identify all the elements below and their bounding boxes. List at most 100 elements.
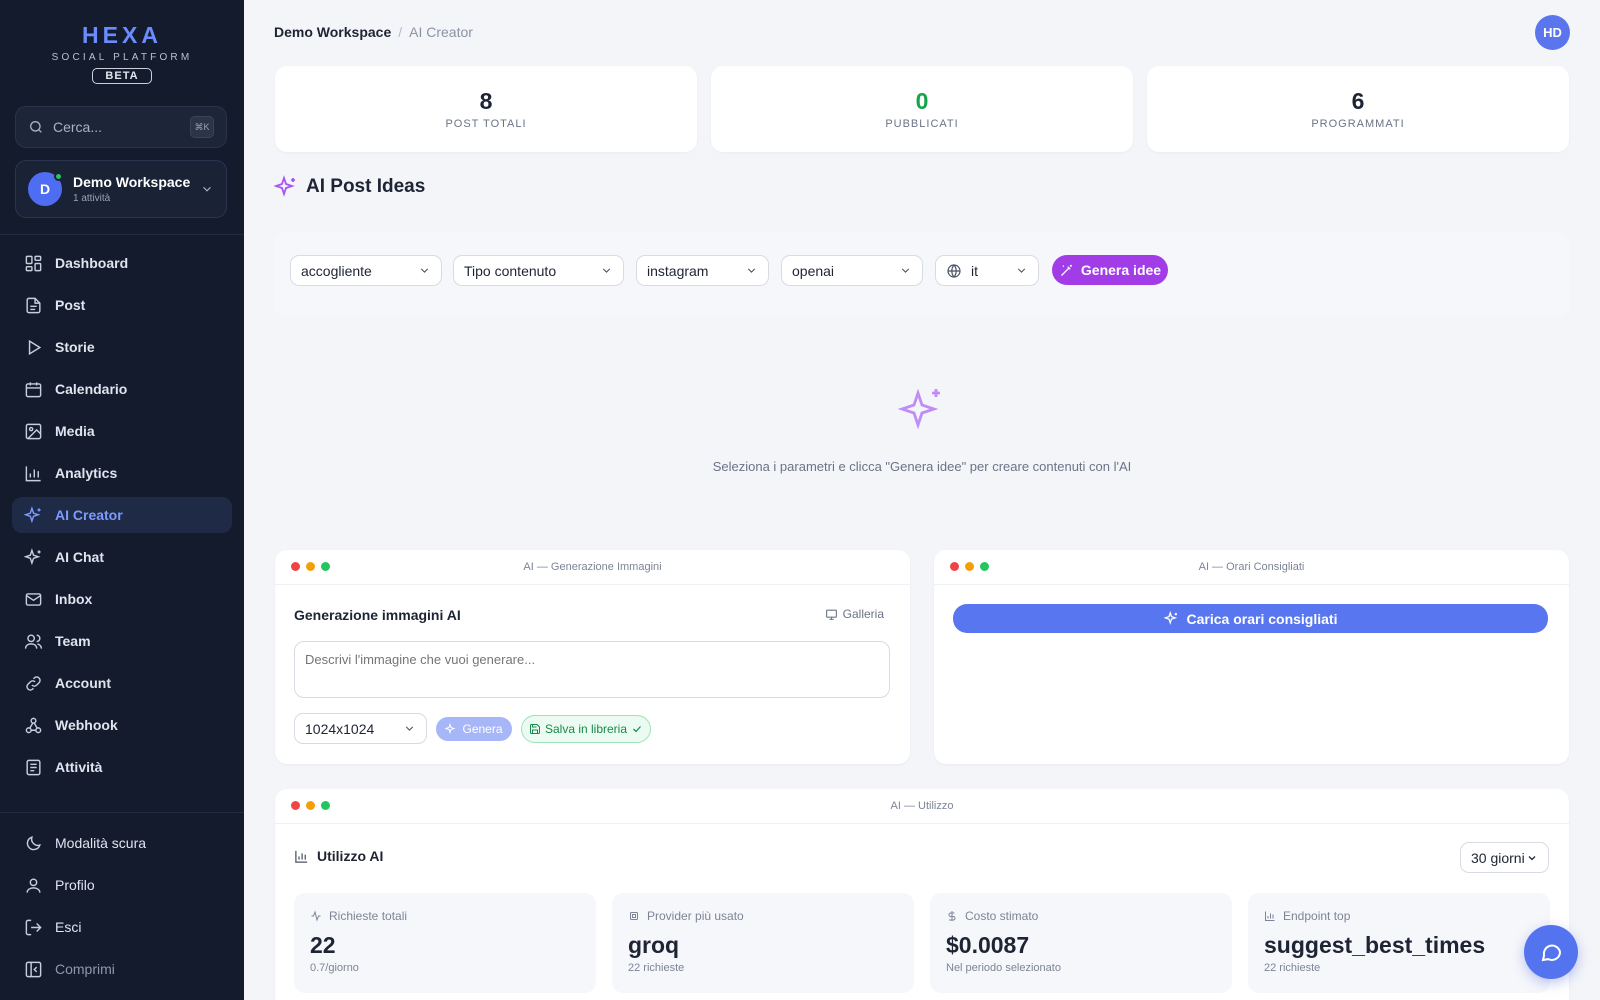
search-shortcut: ⌘K xyxy=(190,116,214,138)
sidebar-item-attivita[interactable]: Attività xyxy=(12,749,232,785)
sidebar-item-ai-creator[interactable]: AI Creator xyxy=(12,497,232,533)
sidebar-item-post[interactable]: Post xyxy=(12,287,232,323)
activity-icon xyxy=(311,910,321,922)
globe-icon xyxy=(947,263,961,278)
breadcrumb-current: AI Creator xyxy=(409,24,473,40)
language-value: it xyxy=(971,262,978,279)
tone-select[interactable]: accogliente xyxy=(290,255,442,286)
profile-label: Profilo xyxy=(55,877,95,893)
metric-value: $0.0087 xyxy=(946,932,1030,958)
breadcrumb-workspace[interactable]: Demo Workspace xyxy=(274,24,391,40)
sidebar-item-inbox[interactable]: Inbox xyxy=(12,581,232,617)
image-icon xyxy=(25,423,42,439)
sidebar-item-label: Webhook xyxy=(55,717,118,733)
brand-logo: HEXA xyxy=(82,22,162,48)
bar-chart-icon xyxy=(295,850,308,863)
sparkles-icon xyxy=(1163,611,1177,625)
search-icon xyxy=(30,121,42,133)
sparkles-icon xyxy=(24,547,41,565)
beta-badge: BETA xyxy=(92,68,152,84)
window-title: AI — Utilizzo xyxy=(890,800,954,812)
sidebar-item-account[interactable]: Account xyxy=(12,665,232,701)
content-type-select[interactable]: Tipo contenuto xyxy=(453,255,624,286)
window-titlebar: AI — Orari Consigliati xyxy=(934,550,1569,585)
sidebar-item-storie[interactable]: Storie xyxy=(12,329,232,365)
metric-label: Costo stimato xyxy=(965,909,1039,923)
language-select[interactable]: it xyxy=(935,255,1039,286)
image-size-value: 1024x1024 xyxy=(305,720,375,737)
save-to-library-toggle[interactable]: Salva in libreria xyxy=(521,715,651,743)
empty-message: Seleziona i parametri e clicca "Genera i… xyxy=(712,459,1132,474)
window-titlebar: AI — Utilizzo xyxy=(275,789,1569,824)
sidebar-item-label: Team xyxy=(55,633,91,649)
sidebar-item-ai-chat[interactable]: AI Chat xyxy=(12,539,232,575)
sidebar-item-label: Inbox xyxy=(55,591,93,607)
image-gen-title: Generazione immagini AI xyxy=(294,607,461,623)
stat-value: 0 xyxy=(915,88,929,114)
period-select[interactable]: 30 giorni xyxy=(1460,842,1549,873)
save-to-library-label: Salva in libreria xyxy=(544,722,628,736)
search-box[interactable]: Cerca... ⌘K xyxy=(15,106,227,148)
collapse-sidebar-button[interactable]: Comprimi xyxy=(12,951,232,987)
image-generation-window: AI — Generazione Immagini Generazione im… xyxy=(275,550,910,764)
metric-header: Richieste totali xyxy=(310,909,580,923)
ideas-filters: accogliente Tipo contenuto instagram ope… xyxy=(274,232,1570,316)
metric-header: Provider più usato xyxy=(628,909,898,923)
sidebar-item-analytics[interactable]: Analytics xyxy=(12,455,232,491)
stat-label: PUBBLICATI xyxy=(885,118,959,130)
generate-ideas-button[interactable]: Genera idee xyxy=(1052,255,1168,285)
stat-label: PROGRAMMATI xyxy=(1311,118,1405,130)
activity-icon xyxy=(26,759,41,775)
metric-sub: 22 richieste xyxy=(1264,962,1321,974)
metric-label: Endpoint top xyxy=(1283,909,1351,923)
metric-label: Provider più usato xyxy=(647,909,744,923)
user-avatar[interactable]: HD xyxy=(1535,15,1570,50)
stat-value: 6 xyxy=(1351,88,1365,114)
search-input[interactable]: Cerca... xyxy=(53,119,190,135)
main-nav: Dashboard Post Storie Calendario Media A… xyxy=(12,245,232,791)
best-times-window: AI — Orari Consigliati Carica orari cons… xyxy=(934,550,1569,764)
divider xyxy=(0,812,244,813)
sidebar-item-label: Calendario xyxy=(55,381,128,397)
period-value: 30 giorni xyxy=(1471,849,1525,866)
sidebar-item-media[interactable]: Media xyxy=(12,413,232,449)
sparkles-icon xyxy=(274,175,295,197)
moon-icon xyxy=(26,835,41,850)
content-type-value: Tipo contenuto xyxy=(464,262,557,279)
metric-label: Richieste totali xyxy=(329,909,408,923)
stat-card-published: 0 PUBBLICATI xyxy=(711,66,1133,152)
play-icon xyxy=(28,339,42,355)
chat-button[interactable] xyxy=(1524,925,1578,979)
load-best-times-label: Carica orari consigliati xyxy=(1186,610,1338,627)
sidebar-item-dashboard[interactable]: Dashboard xyxy=(12,245,232,281)
sidebar-item-calendario[interactable]: Calendario xyxy=(12,371,232,407)
stat-card-total: 8 POST TOTALI xyxy=(275,66,697,152)
gallery-button[interactable]: Galleria xyxy=(825,607,884,621)
metric-card-cost: Costo stimato $0.0087 Nel periodo selezi… xyxy=(930,893,1232,993)
logout-button[interactable]: Esci xyxy=(12,909,232,945)
workspace-switcher[interactable]: D Demo Workspace 1 attività xyxy=(15,160,227,218)
metric-header: Endpoint top xyxy=(1264,909,1534,923)
platform-select[interactable]: instagram xyxy=(636,255,769,286)
workspace-name: Demo Workspace xyxy=(73,174,191,190)
provider-select[interactable]: openai xyxy=(781,255,923,286)
workspace-avatar: D xyxy=(28,172,63,206)
chevron-down-icon xyxy=(901,268,910,273)
chevron-down-icon xyxy=(405,726,414,731)
profile-link[interactable]: Profilo xyxy=(12,867,232,903)
sidebar-item-webhook[interactable]: Webhook xyxy=(12,707,232,743)
dark-mode-toggle[interactable]: Modalità scura xyxy=(12,825,232,861)
user-icon xyxy=(26,877,41,893)
load-best-times-button[interactable]: Carica orari consigliati xyxy=(953,604,1548,633)
metric-sub: 0.7/giorno xyxy=(310,962,359,974)
dark-mode-label: Modalità scura xyxy=(55,835,147,851)
chevron-down-icon xyxy=(1528,855,1536,860)
window-dots xyxy=(950,562,995,571)
image-prompt-input[interactable] xyxy=(294,641,890,698)
check-icon xyxy=(633,726,641,733)
generate-image-button[interactable]: Genera xyxy=(436,717,512,741)
image-size-select[interactable]: 1024x1024 xyxy=(294,713,427,744)
chevron-down-icon xyxy=(747,268,756,273)
sidebar-item-team[interactable]: Team xyxy=(12,623,232,659)
window-dots xyxy=(291,801,336,810)
